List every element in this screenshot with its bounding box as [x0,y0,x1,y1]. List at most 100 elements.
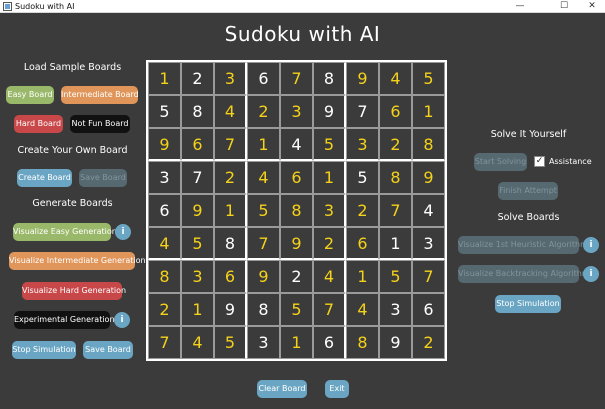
sudoku-cell[interactable]: 4 [247,161,280,194]
sudoku-cell[interactable]: 2 [148,293,181,326]
sudoku-cell[interactable]: 7 [280,62,313,95]
sudoku-cell[interactable]: 1 [412,95,445,128]
sudoku-cell[interactable]: 9 [313,95,346,128]
sudoku-cell[interactable]: 5 [412,62,445,95]
create-board-button[interactable]: Create Board [17,169,72,187]
sudoku-cell[interactable]: 3 [379,293,412,326]
sudoku-cell[interactable]: 9 [412,161,445,194]
sudoku-cell[interactable]: 8 [148,260,181,293]
intermediate-board-button[interactable]: Intermediate Board [61,86,139,104]
stop-simulation-button[interactable]: Stop Simulation [12,341,76,359]
sudoku-cell[interactable]: 5 [214,326,247,359]
sudoku-cell[interactable]: 3 [247,326,280,359]
sudoku-cell[interactable]: 4 [346,293,379,326]
sudoku-cell[interactable]: 1 [313,161,346,194]
sudoku-cell[interactable]: 3 [412,227,445,260]
info-icon[interactable]: i [114,312,130,328]
sudoku-cell[interactable]: 5 [346,161,379,194]
sudoku-cell[interactable]: 4 [313,260,346,293]
sudoku-cell[interactable]: 1 [379,227,412,260]
sudoku-cell[interactable]: 9 [148,128,181,161]
sudoku-cell[interactable]: 9 [280,227,313,260]
visualize-intermediate-generation-button[interactable]: Visualize Intermediate Generation [9,252,146,270]
visualize-backtracking-button[interactable]: Visualize Backtracking Algorithm [458,265,590,283]
sudoku-cell[interactable]: 7 [379,194,412,227]
minimize-icon[interactable]: — [508,0,532,13]
sudoku-cell[interactable]: 1 [214,194,247,227]
sudoku-cell[interactable]: 4 [214,95,247,128]
info-icon[interactable]: i [583,266,599,282]
sudoku-cell[interactable]: 7 [247,227,280,260]
sudoku-cell[interactable]: 4 [148,227,181,260]
sudoku-cell[interactable]: 7 [313,293,346,326]
sudoku-cell[interactable]: 5 [181,227,214,260]
assistance-checkbox[interactable]: ✓ [534,156,545,167]
sudoku-cell[interactable]: 7 [148,326,181,359]
sudoku-cell[interactable]: 3 [346,128,379,161]
sudoku-cell[interactable]: 8 [412,128,445,161]
sudoku-cell[interactable]: 7 [412,260,445,293]
sudoku-cell[interactable]: 8 [181,95,214,128]
sudoku-cell[interactable]: 2 [379,128,412,161]
experimental-generation-button[interactable]: Experimental Generation [14,311,115,329]
sudoku-cell[interactable]: 6 [280,161,313,194]
sudoku-cell[interactable]: 1 [346,260,379,293]
sudoku-cell[interactable]: 6 [379,95,412,128]
start-solving-button[interactable]: Start Solving [474,153,527,171]
sudoku-cell[interactable]: 5 [379,260,412,293]
not-fun-board-button[interactable]: Not Fun Board [70,115,130,133]
clear-board-button[interactable]: Clear Board [257,380,307,398]
sudoku-cell[interactable]: 2 [181,62,214,95]
sudoku-cell[interactable]: 8 [214,227,247,260]
sudoku-cell[interactable]: 5 [313,128,346,161]
sudoku-cell[interactable]: 2 [412,326,445,359]
sudoku-cell[interactable]: 4 [181,326,214,359]
sudoku-cell[interactable]: 5 [280,293,313,326]
easy-board-button[interactable]: Easy Board [6,86,54,104]
sudoku-cell[interactable]: 4 [412,194,445,227]
sudoku-cell[interactable]: 7 [181,161,214,194]
sudoku-cell[interactable]: 7 [214,128,247,161]
exit-button[interactable]: Exit [325,380,349,398]
sudoku-cell[interactable]: 6 [313,326,346,359]
sudoku-cell[interactable]: 9 [214,293,247,326]
sudoku-cell[interactable]: 3 [280,95,313,128]
sudoku-cell[interactable]: 2 [247,95,280,128]
info-icon[interactable]: i [115,224,131,240]
sudoku-cell[interactable]: 6 [346,227,379,260]
sudoku-cell[interactable]: 6 [214,260,247,293]
close-icon[interactable]: ✕ [580,0,604,13]
visualize-heuristic-button[interactable]: Visualize 1st Heuristic Algorithm [458,236,588,254]
visualize-hard-generation-button[interactable]: Visualize Hard Generation [22,282,126,300]
sudoku-cell[interactable]: 1 [247,128,280,161]
sudoku-cell[interactable]: 8 [313,62,346,95]
sudoku-cell[interactable]: 1 [148,62,181,95]
sudoku-cell[interactable]: 6 [247,62,280,95]
sudoku-cell[interactable]: 4 [379,62,412,95]
sudoku-cell[interactable]: 2 [313,227,346,260]
sudoku-cell[interactable]: 8 [247,293,280,326]
hard-board-button[interactable]: Hard Board [14,115,63,133]
sudoku-cell[interactable]: 8 [346,326,379,359]
info-icon[interactable]: i [583,237,599,253]
sudoku-cell[interactable]: 2 [280,260,313,293]
sudoku-cell[interactable]: 1 [280,326,313,359]
sudoku-cell[interactable]: 3 [148,161,181,194]
sudoku-cell[interactable]: 4 [280,128,313,161]
sudoku-cell[interactable]: 8 [280,194,313,227]
sudoku-cell[interactable]: 7 [346,95,379,128]
sudoku-cell[interactable]: 2 [214,161,247,194]
sudoku-cell[interactable]: 3 [214,62,247,95]
save-board-disabled-button[interactable]: Save Board [79,169,127,187]
sudoku-cell[interactable]: 6 [148,194,181,227]
sudoku-cell[interactable]: 6 [412,293,445,326]
sudoku-cell[interactable]: 1 [181,293,214,326]
sudoku-cell[interactable]: 8 [379,161,412,194]
stop-simulation-button[interactable]: Stop Simulation [495,295,561,313]
sudoku-cell[interactable]: 6 [181,128,214,161]
sudoku-cell[interactable]: 5 [247,194,280,227]
sudoku-cell[interactable]: 2 [346,194,379,227]
save-board-button[interactable]: Save Board [83,341,133,359]
sudoku-cell[interactable]: 9 [181,194,214,227]
finish-attempt-button[interactable]: Finish Attempt [498,182,558,200]
